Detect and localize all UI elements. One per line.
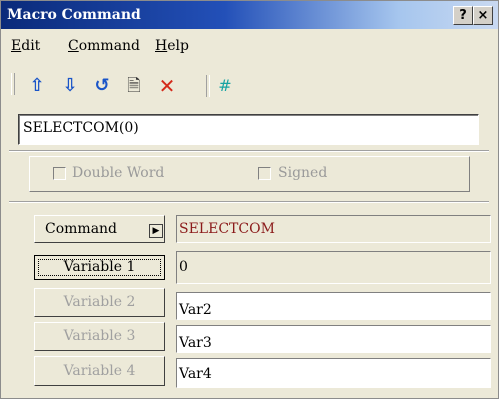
divider-bottom [9,201,489,203]
refresh-icon[interactable]: ↺ [91,76,113,96]
command-value-field[interactable]: SELECTCOM [176,215,491,243]
double-word-checkbox[interactable] [53,167,66,180]
menu-bar: Edit Command Help [1,29,498,63]
delete-x-icon[interactable]: ✕ [156,76,178,96]
move-down-arrow-icon[interactable]: ⇩ [59,76,81,96]
close-button[interactable]: × [473,6,493,25]
command-button-label: Command [45,221,118,237]
variable-4-button[interactable]: Variable 4 [34,356,165,386]
variable-1-button[interactable]: Variable 1 [34,255,165,280]
signed-label: Signed [278,165,328,181]
focus-ring [38,259,161,276]
menu-edit-hotkey: E [11,38,22,54]
macro-command-window: Macro Command ? × Edit Command Help ⇧ ⇩ … [0,0,499,399]
toolbar-separator [206,75,210,97]
hash-icon[interactable]: # [214,76,236,96]
variable-4-value-field[interactable]: Var4 [176,358,491,388]
double-word-label: Double Word [72,165,165,181]
menu-help[interactable]: Help [155,38,189,54]
variable-1-value-field[interactable]: 0 [176,251,491,284]
variable-3-button[interactable]: Variable 3 [34,322,165,351]
variable-3-value-field[interactable]: Var3 [176,325,491,353]
window-title: Macro Command [7,7,141,23]
menu-command-hotkey: C [68,38,79,54]
menu-help-hotkey: H [155,38,168,54]
variable-2-button[interactable]: Variable 2 [34,288,165,317]
document-icon[interactable]: 🗎 [123,76,145,96]
menu-edit-label: dit [21,38,41,54]
menu-command-label: ommand [78,38,141,54]
toolbar-grip[interactable] [11,73,15,95]
variable-2-label: Variable 2 [63,294,136,310]
command-dropdown-arrow-icon[interactable]: ▶ [149,224,163,238]
menu-command[interactable]: Command [68,38,140,54]
menu-help-label: elp [167,38,189,54]
variable-4-label: Variable 4 [63,363,136,379]
menu-edit[interactable]: Edit [11,38,40,54]
command-button[interactable]: Command [34,215,165,243]
command-line-field[interactable]: SELECTCOM(0) [18,114,479,145]
variable-3-label: Variable 3 [63,328,136,344]
toolbar: ⇧ ⇩ ↺ 🗎 ✕ # [1,63,498,105]
title-bar[interactable]: Macro Command ? × [1,1,498,29]
signed-checkbox[interactable] [258,167,271,180]
help-button[interactable]: ? [453,6,473,25]
move-up-arrow-icon[interactable]: ⇧ [26,76,48,96]
variable-2-value-field[interactable]: Var2 [176,292,491,320]
divider-top [9,150,489,152]
